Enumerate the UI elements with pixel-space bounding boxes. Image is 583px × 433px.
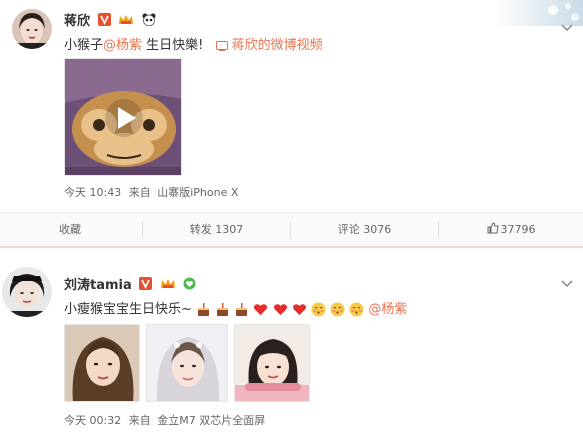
shy-face-emoji — [330, 302, 345, 317]
shy-face-emoji — [349, 302, 364, 317]
post-text: 小瘦猴宝宝生日快乐~ @杨紫 — [64, 298, 407, 317]
post-source[interactable]: 山寨版iPhone X — [157, 186, 238, 199]
verified-icon — [139, 277, 153, 294]
comment-button[interactable]: 评论 3076 — [291, 213, 438, 247]
post-text-prefix: 小猴子 — [64, 38, 104, 53]
repost-label: 转发 1307 — [189, 223, 244, 236]
repost-button[interactable]: 转发 1307 — [143, 213, 290, 247]
post-text: 小猴子@杨紫 生日快樂! 蒋欣的微博视频 — [64, 34, 323, 53]
post-time[interactable]: 今天 00:32 — [64, 414, 121, 427]
post-time[interactable]: 今天 10:43 — [64, 186, 121, 199]
shy-face-emoji — [311, 302, 326, 317]
play-icon[interactable] — [104, 98, 144, 138]
avatar[interactable] — [12, 9, 52, 49]
username-text[interactable]: 刘涛tamia — [64, 278, 132, 293]
action-bar: 收藏 转发 1307 评论 3076 37796 — [0, 212, 583, 246]
heart-emoji — [254, 304, 268, 315]
heart-badge-icon — [183, 277, 196, 294]
video-link-text[interactable]: 蒋欣的微博视频 — [232, 38, 323, 53]
post-photo[interactable] — [146, 324, 228, 402]
mention-link[interactable]: @杨紫 — [368, 302, 407, 317]
collect-button[interactable]: 收藏 — [0, 213, 140, 247]
username-text[interactable]: 蒋欣 — [64, 14, 90, 29]
post-photo[interactable] — [64, 324, 140, 402]
heart-emoji — [273, 304, 287, 315]
cake-emoji — [198, 303, 210, 316]
post-text-suffix: 生日快樂! — [142, 38, 204, 53]
weibo-post: 蒋欣 小猴子@杨紫 生日快樂! 蒋欣的微博视频 今天 10:43 来自 山寨版i… — [0, 0, 583, 246]
post-text-prefix: 小瘦猴宝宝生日快乐~ — [64, 302, 192, 317]
chevron-down-icon[interactable] — [561, 17, 573, 36]
post-meta: 今天 00:32 来自 金立M7 双芯片全面屏 — [64, 412, 265, 428]
post-meta: 今天 10:43 来自 山寨版iPhone X — [64, 184, 238, 200]
cake-emoji — [236, 303, 248, 316]
avatar[interactable] — [2, 267, 52, 317]
comment-label: 评论 3076 — [337, 223, 392, 236]
weibo-post: 刘涛tamia 小瘦猴宝宝生日快乐~ @杨紫 今天 00:32 来自 金立M7 … — [0, 258, 583, 433]
username[interactable]: 刘涛tamia — [64, 274, 196, 294]
chevron-down-icon[interactable] — [561, 273, 573, 292]
video-link-icon — [215, 40, 228, 51]
post-photo[interactable] — [234, 324, 310, 402]
source-prefix: 来自 — [128, 186, 151, 199]
cake-emoji — [217, 303, 229, 316]
post-divider — [0, 246, 583, 248]
video-thumbnail[interactable] — [64, 58, 182, 176]
crown-vip-icon — [160, 277, 176, 294]
heart-emoji — [292, 304, 306, 315]
collect-label: 收藏 — [59, 223, 81, 236]
emoji-row — [196, 302, 368, 317]
video-link[interactable]: 蒋欣的微博视频 — [215, 38, 323, 53]
panda-icon — [142, 13, 156, 30]
verified-icon — [97, 13, 111, 30]
thumbs-up-icon — [487, 222, 499, 234]
crown-vip-icon — [118, 13, 134, 30]
mention-link[interactable]: @杨紫 — [103, 38, 142, 53]
username[interactable]: 蒋欣 — [64, 10, 156, 30]
like-button[interactable]: 37796 — [439, 213, 583, 247]
post-source[interactable]: 金立M7 双芯片全面屏 — [157, 414, 265, 427]
like-count: 37796 — [500, 223, 536, 236]
source-prefix: 来自 — [128, 414, 151, 427]
